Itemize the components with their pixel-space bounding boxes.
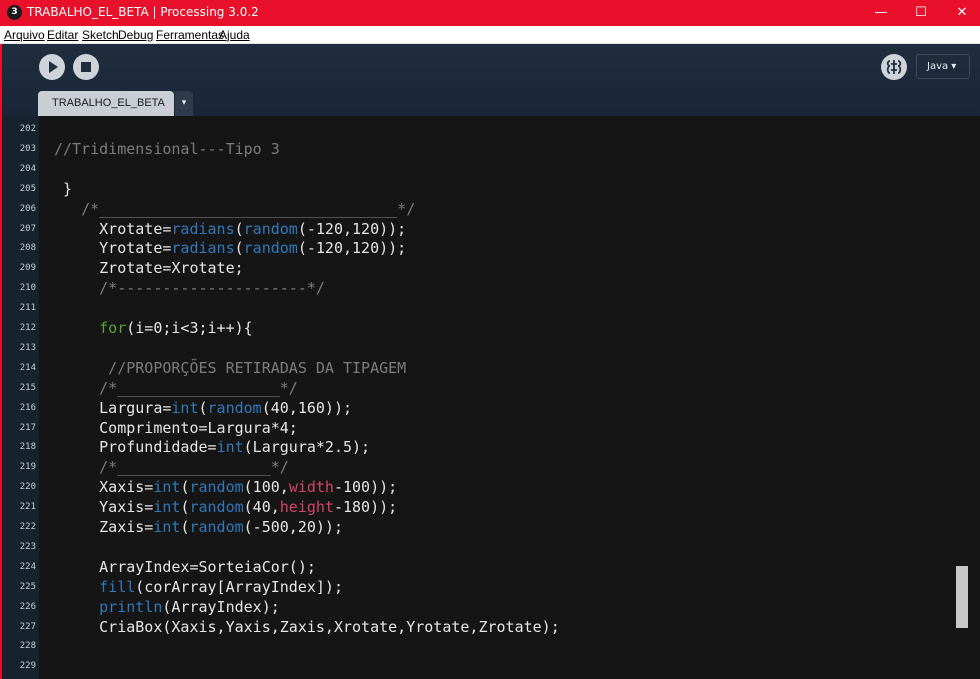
code-line: for(i=0;i<3;i++){ [99,319,253,337]
line-number: 224 [19,561,36,572]
code-line: Yrotate=radians(random(-120,120)); [54,239,407,258]
line-number: 214 [19,362,36,373]
menu-editar[interactable]: Editar [47,28,78,42]
title-bar: 3 TRABALHO_EL_BETA | Processing 3.0.2 — … [0,0,980,26]
tab-menu-arrow-icon[interactable]: ▾ [175,91,193,116]
mode-selector[interactable]: Java ▾ [916,54,970,79]
line-number: 229 [19,661,36,672]
code-line: /*__________________*/ [54,378,298,397]
line-number: 218 [19,442,36,453]
processing-logo-icon: 3 [7,5,22,20]
code-line: /*---------------------*/ [54,279,325,298]
code-line: Comprimento=Largura*4; [54,418,298,437]
line-number: 223 [19,541,36,552]
menu-ferramentas[interactable]: Ferramentas [156,28,224,42]
line-number: 203 [19,143,36,154]
tab-trabalho-el-beta[interactable]: TRABALHO_EL_BETA [38,91,174,116]
line-number: 211 [19,303,36,314]
line-number: 222 [19,522,36,532]
line-number: 217 [19,422,36,433]
line-number: 221 [19,502,36,513]
line-number: 227 [19,621,36,632]
line-number: 208 [19,243,36,254]
line-number: 225 [19,581,36,592]
menu-sketch[interactable]: Sketch [82,28,119,42]
line-number: 210 [19,283,36,294]
stop-button[interactable] [73,54,99,80]
debugger-button[interactable] [881,54,907,80]
line-number: 207 [19,223,36,234]
code-line: Zaxis=int(random(-500,20)); [54,518,343,536]
code-line: /*_________________*/ [54,458,289,477]
menu-ajuda[interactable]: Ajuda [219,28,250,42]
menu-bar: Arquivo Editar Sketch Debug Ferramentas … [0,26,980,44]
code-line: /*_________________________________*/ [54,199,416,218]
code-line: } [54,179,73,198]
code-line: //PROPORÇÕES RETIRADAS DA TIPAGEM [54,358,407,377]
close-button[interactable]: ✕ [939,0,980,26]
line-number: 212 [19,323,36,333]
line-number: 220 [19,482,36,493]
code-line: println(ArrayIndex); [99,597,280,616]
line-number: 215 [19,382,36,393]
debugger-icon [886,60,902,74]
maximize-button[interactable]: ☐ [898,0,944,26]
code-line: Xrotate=radians(random(-120,120)); [54,219,407,238]
code-line: Yaxis=int(random(40,height-180)); [54,498,398,517]
code-line: Profundidade=int(Largura*2.5); [54,438,371,457]
code-line: Largura=int(random(40,160)); [54,398,353,417]
line-number: 206 [19,203,36,214]
menu-debug[interactable]: Debug [118,28,153,42]
code-line: Zrotate=Xrotate; [54,259,244,278]
line-number: 204 [19,163,36,174]
run-button[interactable] [39,54,65,80]
line-number: 219 [19,462,36,473]
code-line: ArrayIndex=SorteiaCor(); [54,557,316,576]
line-number: 205 [19,183,36,194]
line-number: 228 [19,641,36,652]
code-line: fill(corArray[ArrayIndex]); [99,577,343,596]
code-line: Xaxis=int(random(100,width-100)); [54,478,398,497]
line-number: 216 [19,402,36,413]
code-line: //Tridimensional---Tipo 3 [54,139,280,158]
scrollbar-thumb[interactable] [956,566,968,628]
line-number-gutter: 202 203 204 205 206 207 208 209 210 211 212 213 214 2… [2,116,39,679]
code-line: CriaBox(Xaxis,Yaxis,Zaxis,Xrotate,Yrotat… [54,617,560,636]
code-editor[interactable]: //Tridimensional---Tipo 3 } /*__________… [39,116,965,679]
window-title: TRABALHO_EL_BETA | Processing 3.0.2 [27,5,259,19]
menu-arquivo[interactable]: Arquivo [4,28,45,42]
line-number: 202 [19,124,36,134]
line-number: 209 [19,263,36,274]
line-number: 226 [19,601,36,612]
line-number: 213 [19,342,36,353]
